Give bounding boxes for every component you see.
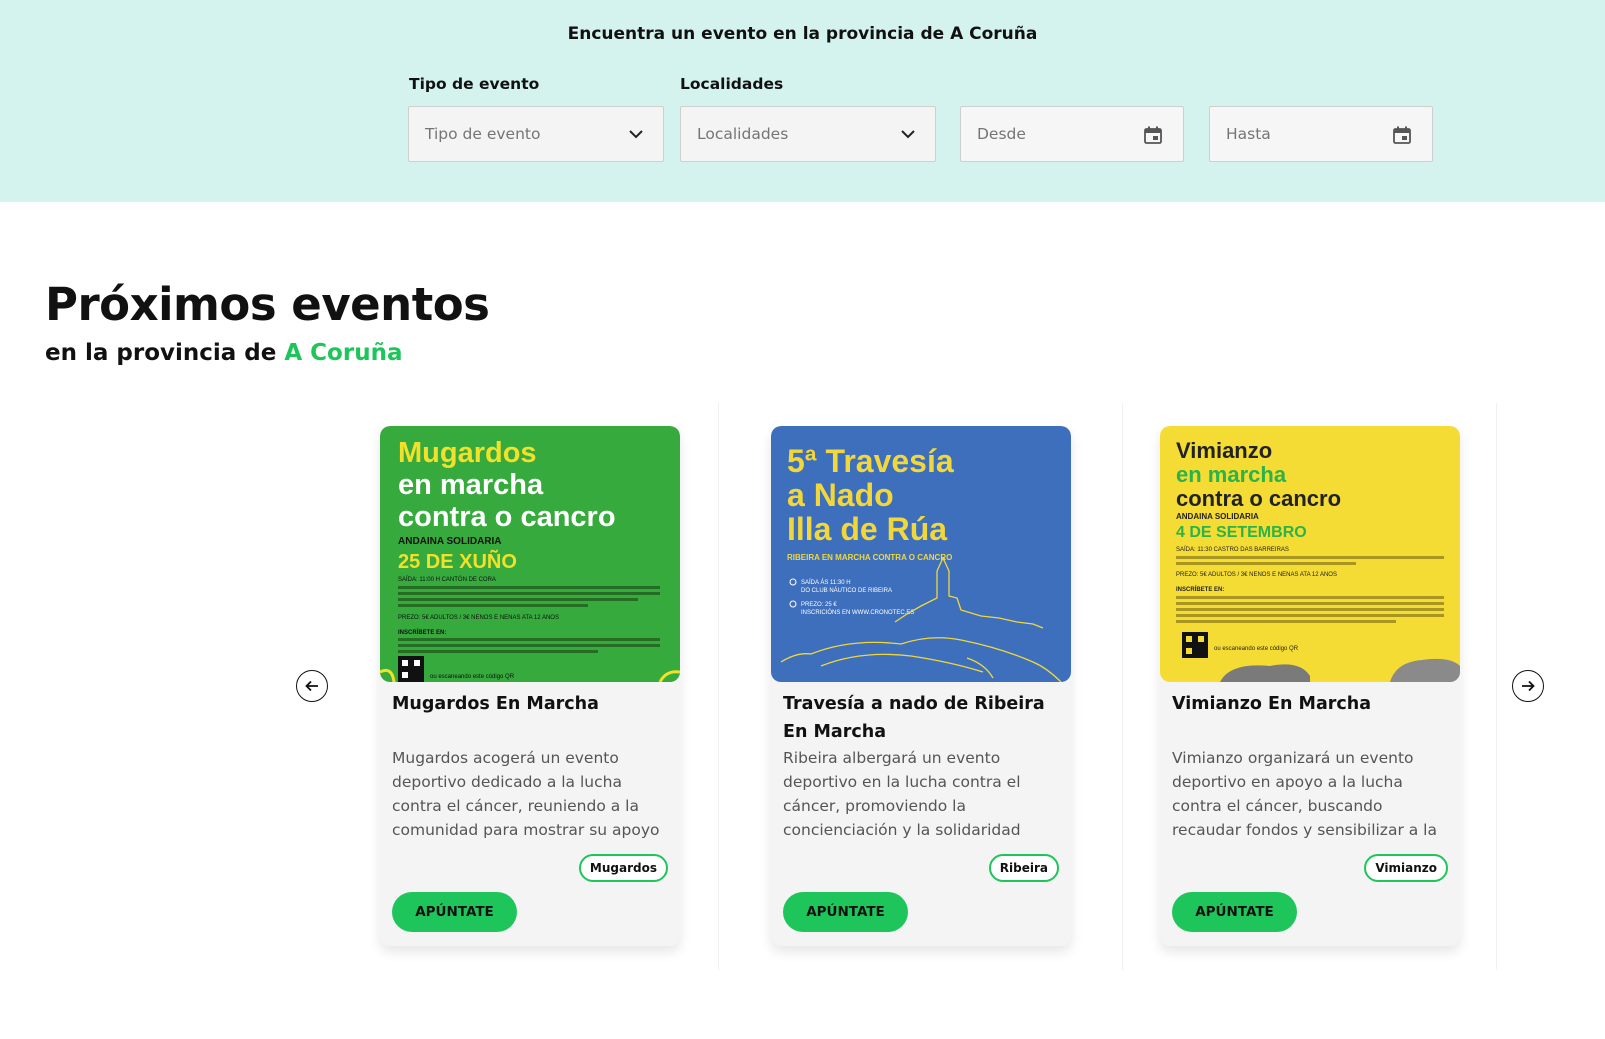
carousel-prev-button[interactable]: [296, 670, 328, 702]
signup-button[interactable]: APÚNTATE: [1172, 892, 1297, 932]
svg-text:INSCRICIÓNS EN WWW.CRONOTEC.ES: INSCRICIÓNS EN WWW.CRONOTEC.ES: [801, 609, 914, 616]
svg-text:ANDAINA SOLIDARIA: ANDAINA SOLIDARIA: [398, 536, 502, 547]
svg-text:PREZO: 5€ ADULTOS / 3€ NENOS E: PREZO: 5€ ADULTOS / 3€ NENOS E NENAS ATA…: [1176, 572, 1337, 578]
locality-label: Localidades: [680, 75, 784, 93]
locality-placeholder: Localidades: [697, 125, 789, 143]
svg-text:PREZO: 25 €: PREZO: 25 €: [801, 602, 837, 608]
svg-text:Illa de Rúa: Illa de Rúa: [787, 511, 947, 547]
carousel-next-button[interactable]: [1512, 670, 1544, 702]
event-title[interactable]: Vimianzo En Marcha: [1172, 690, 1452, 718]
event-card[interactable]: 5ª Travesía a Nado Illa de Rúa RIBEIRA E…: [771, 426, 1071, 946]
locality-tag: Ribeira: [988, 854, 1059, 882]
arrow-right-icon: [1522, 680, 1535, 692]
svg-text:ou escaneando este código QR: ou escaneando este código QR: [430, 674, 515, 680]
svg-text:PREZO: 5€ ADULTOS / 3€ NENOS E: PREZO: 5€ ADULTOS / 3€ NENOS E NENAS ATA…: [398, 615, 559, 621]
event-description: Vimianzo organizará un evento deportivo …: [1172, 749, 1437, 839]
locality-select[interactable]: Localidades: [680, 106, 936, 162]
event-title[interactable]: Mugardos En Marcha: [392, 690, 672, 718]
svg-text:DO CLUB NÁUTICO DE RIBEIRA: DO CLUB NÁUTICO DE RIBEIRA: [801, 587, 892, 594]
locality-tag: Mugardos: [578, 854, 668, 882]
svg-text:contra o cancro: contra o cancro: [398, 501, 616, 533]
svg-text:Vimianzo: Vimianzo: [1176, 438, 1272, 463]
svg-text:RIBEIRA EN MARCHA CONTRA O CAN: RIBEIRA EN MARCHA CONTRA O CANCRO: [787, 553, 952, 562]
event-type-placeholder: Tipo de evento: [425, 125, 541, 143]
event-type-select[interactable]: Tipo de evento: [408, 106, 664, 162]
svg-text:ou escaneando este código QR: ou escaneando este código QR: [1214, 646, 1299, 652]
carousel-divider: [718, 403, 719, 970]
event-poster-image[interactable]: 5ª Travesía a Nado Illa de Rúa RIBEIRA E…: [771, 426, 1071, 682]
event-description: Mugardos acogerá un evento deportivo ded…: [392, 749, 660, 839]
signup-button[interactable]: APÚNTATE: [783, 892, 908, 932]
date-from-input[interactable]: Desde: [960, 106, 1184, 162]
event-type-label: Tipo de evento: [409, 75, 540, 93]
signup-button[interactable]: APÚNTATE: [392, 892, 517, 932]
event-filter-bar: Encuentra un evento en la provincia de A…: [0, 0, 1605, 202]
page-subtitle: en la provincia de A Coruña: [45, 340, 402, 366]
svg-text:en marcha: en marcha: [1176, 462, 1287, 487]
svg-text:INSCRÍBETE EN:: INSCRÍBETE EN:: [398, 628, 446, 636]
arrow-left-icon: [305, 680, 318, 692]
svg-text:5ª Travesía: 5ª Travesía: [787, 443, 954, 479]
carousel-divider: [1496, 403, 1497, 970]
subtitle-prefix: en la provincia de: [45, 340, 285, 366]
page-title: Próximos eventos: [45, 278, 490, 331]
event-card[interactable]: Mugardos en marcha contra o cancro ANDAI…: [380, 426, 680, 946]
locality-tag: Vimianzo: [1364, 854, 1448, 882]
svg-text:4 DE SETEMBRO: 4 DE SETEMBRO: [1176, 524, 1307, 541]
svg-text:contra o cancro: contra o cancro: [1176, 486, 1341, 511]
date-from-placeholder: Desde: [977, 125, 1026, 143]
svg-text:INSCRÍBETE EN:: INSCRÍBETE EN:: [1176, 585, 1224, 593]
svg-text:25 DE XUÑO: 25 DE XUÑO: [398, 550, 517, 573]
subtitle-province: A Coruña: [284, 340, 403, 366]
calendar-icon[interactable]: [1143, 125, 1163, 145]
event-poster-image[interactable]: Mugardos en marcha contra o cancro ANDAI…: [380, 426, 680, 682]
event-poster-image[interactable]: Vimianzo en marcha contra o cancro ANDAI…: [1160, 426, 1460, 682]
date-to-input[interactable]: Hasta: [1209, 106, 1433, 162]
date-to-placeholder: Hasta: [1226, 125, 1271, 143]
event-card[interactable]: Vimianzo en marcha contra o cancro ANDAI…: [1160, 426, 1460, 946]
carousel-divider: [1122, 403, 1123, 970]
calendar-icon[interactable]: [1392, 125, 1412, 145]
chevron-down-icon: [629, 130, 643, 139]
svg-text:ANDAINA SOLIDARIA: ANDAINA SOLIDARIA: [1176, 512, 1259, 521]
event-title[interactable]: Travesía a nado de Ribeira En Marcha: [783, 690, 1063, 746]
svg-text:Mugardos: Mugardos: [398, 437, 537, 469]
svg-text:SAÍDA: 11:30 CASTRO DAS BARREI: SAÍDA: 11:30 CASTRO DAS BARREIRAS: [1176, 546, 1289, 553]
svg-text:SAÍDA ÁS 11:30 H: SAÍDA ÁS 11:30 H: [801, 579, 851, 586]
event-description: Ribeira albergará un evento deportivo en…: [783, 749, 1021, 839]
svg-text:SAÍDA: 11:00 H CANTÓN DE CORA: SAÍDA: 11:00 H CANTÓN DE CORA: [398, 576, 496, 583]
svg-text:a Nado: a Nado: [787, 477, 894, 513]
svg-text:en marcha: en marcha: [398, 469, 544, 501]
chevron-down-icon: [901, 130, 915, 139]
filter-heading: Encuentra un evento en la provincia de A…: [567, 24, 1038, 44]
